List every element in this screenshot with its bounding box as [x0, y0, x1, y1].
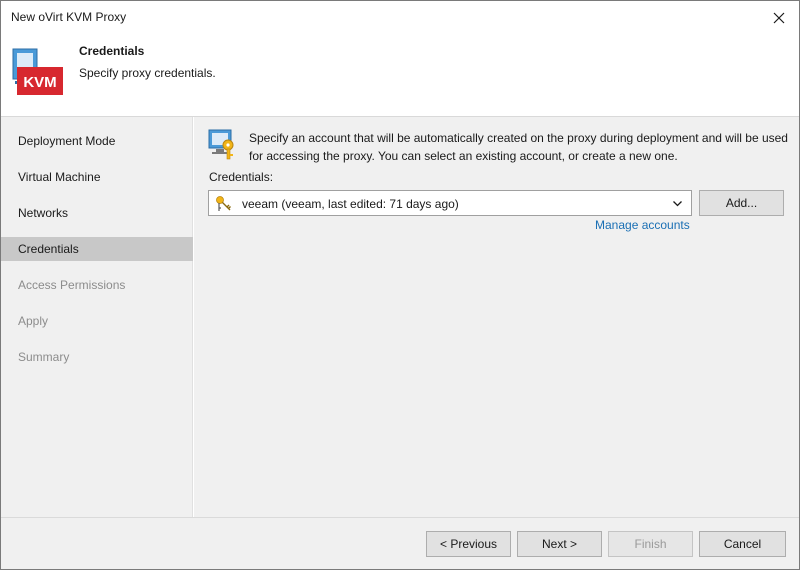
wizard-header: KVM Credentials Specify proxy credential…	[1, 35, 799, 117]
previous-button[interactable]: < Previous	[426, 531, 511, 557]
manage-accounts-link[interactable]: Manage accounts	[595, 218, 690, 232]
wizard-steps-sidebar: Deployment Mode Virtual Machine Networks…	[1, 117, 193, 517]
page-title: Credentials	[79, 44, 145, 58]
window-title: New oVirt KVM Proxy	[11, 10, 127, 24]
sidebar-item-deployment-mode[interactable]: Deployment Mode	[1, 129, 193, 153]
chevron-down-icon	[673, 201, 682, 207]
close-icon	[773, 12, 785, 24]
cancel-button[interactable]: Cancel	[699, 531, 786, 557]
wizard-window: New oVirt KVM Proxy KVM Credentials Spec…	[0, 0, 800, 570]
credentials-description: Specify an account that will be automati…	[249, 131, 788, 163]
sidebar-item-networks[interactable]: Networks	[1, 201, 193, 225]
kvm-server-icon: KVM	[12, 48, 63, 95]
kvm-logo-text: KVM	[23, 74, 56, 91]
sidebar-item-apply: Apply	[18, 314, 49, 328]
add-credentials-button[interactable]: Add...	[699, 190, 784, 216]
finish-button: Finish	[608, 531, 693, 557]
sidebar-item-summary: Summary	[18, 350, 70, 364]
close-button[interactable]	[767, 6, 791, 30]
credentials-selected-value: veeam (veeam, last edited: 71 days ago)	[242, 197, 459, 211]
monitor-key-icon	[208, 129, 234, 160]
credentials-dropdown[interactable]: veeam (veeam, last edited: 71 days ago)	[208, 190, 692, 216]
wizard-footer: < Previous Next > Finish Cancel	[1, 517, 799, 569]
wizard-content: Specify an account that will be automati…	[194, 117, 799, 517]
sidebar-item-access-permissions: Access Permissions	[18, 278, 126, 292]
credentials-label: Credentials:	[209, 170, 274, 184]
keys-icon	[216, 196, 231, 211]
next-button[interactable]: Next >	[517, 531, 602, 557]
title-bar: New oVirt KVM Proxy	[1, 1, 799, 35]
page-subtitle: Specify proxy credentials.	[79, 66, 216, 80]
sidebar-item-credentials[interactable]: Credentials	[1, 237, 193, 261]
sidebar-item-virtual-machine[interactable]: Virtual Machine	[1, 165, 193, 189]
